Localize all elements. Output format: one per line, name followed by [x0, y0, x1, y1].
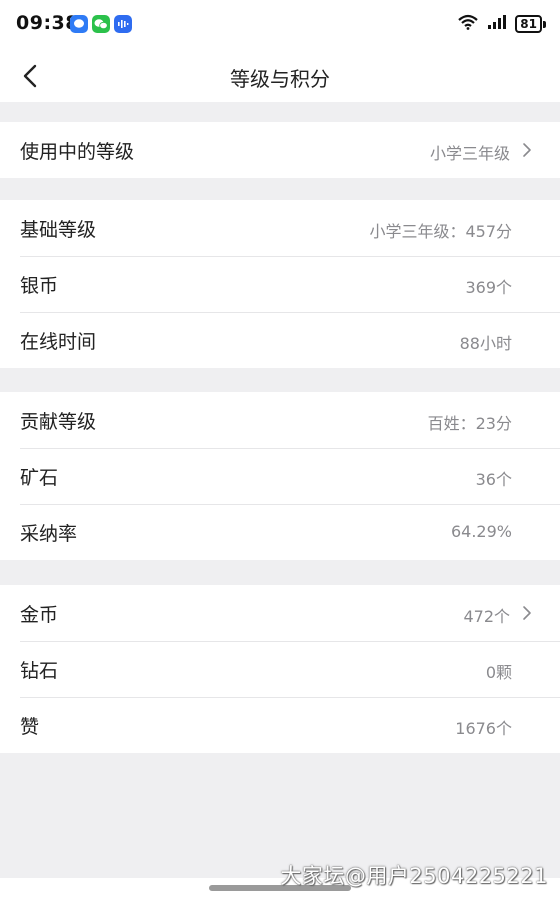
row-label: 赞	[20, 716, 40, 738]
nav-bar: 等级与积分	[0, 50, 560, 102]
row-in-use-level[interactable]: 使用中的等级 小学三年级	[0, 122, 560, 178]
row-label: 矿石	[20, 467, 59, 489]
row-basic-level: 基础等级 小学三年级：457分	[0, 200, 560, 256]
section-in-use: 使用中的等级 小学三年级	[0, 122, 560, 178]
row-label: 基础等级	[20, 219, 97, 241]
watermark: 大家坛@用户2504225221	[280, 864, 548, 888]
voice-icon	[114, 15, 132, 33]
row-value: 36个	[475, 470, 512, 489]
row-label: 银币	[20, 275, 59, 297]
row-label: 采纳率	[20, 523, 78, 545]
row-value: 369个	[465, 278, 512, 297]
row-value: 64.29%	[450, 522, 512, 541]
section-wealth: 金币 472个 钻石 0颗 赞 1676个	[0, 585, 560, 753]
row-label: 贡献等级	[20, 411, 97, 433]
row-online-time: 在线时间 88小时	[0, 312, 560, 368]
row-value: 小学三年级	[429, 144, 510, 163]
wifi-icon	[457, 14, 479, 34]
battery-icon: 81	[515, 15, 546, 33]
row-contribution-level: 贡献等级 百姓：23分	[0, 392, 560, 448]
row-gold[interactable]: 金币 472个	[0, 585, 560, 641]
row-label: 钻石	[20, 660, 59, 682]
row-adoption-rate: 采纳率 64.29%	[0, 504, 560, 560]
page-title: 等级与积分	[230, 67, 330, 91]
row-label: 金币	[20, 604, 59, 626]
status-right: 81	[457, 14, 546, 34]
row-value: 1676个	[455, 719, 512, 738]
section-contribution: 贡献等级 百姓：23分 矿石 36个 采纳率 64.29%	[0, 392, 560, 560]
row-value: 472个	[463, 607, 510, 626]
row-value: 百姓：23分	[427, 414, 512, 433]
row-ore: 矿石 36个	[0, 448, 560, 504]
battery-level: 81	[515, 15, 542, 33]
row-diamond: 钻石 0颗	[0, 641, 560, 697]
chevron-right-icon	[523, 143, 531, 157]
row-value: 88小时	[459, 334, 512, 353]
notification-icons	[70, 15, 132, 33]
row-value: 0颗	[485, 663, 512, 682]
chevron-right-icon	[523, 606, 531, 620]
row-label: 使用中的等级	[20, 141, 135, 163]
message-icon	[70, 15, 88, 33]
row-silver: 银币 369个	[0, 256, 560, 312]
section-basic: 基础等级 小学三年级：457分 银币 369个 在线时间 88小时	[0, 200, 560, 368]
wechat-icon	[92, 15, 110, 33]
status-bar: 09:38 81	[0, 0, 560, 50]
row-label: 在线时间	[20, 331, 97, 353]
row-likes: 赞 1676个	[0, 697, 560, 753]
row-value: 小学三年级：457分	[369, 222, 512, 241]
signal-icon	[487, 14, 507, 34]
